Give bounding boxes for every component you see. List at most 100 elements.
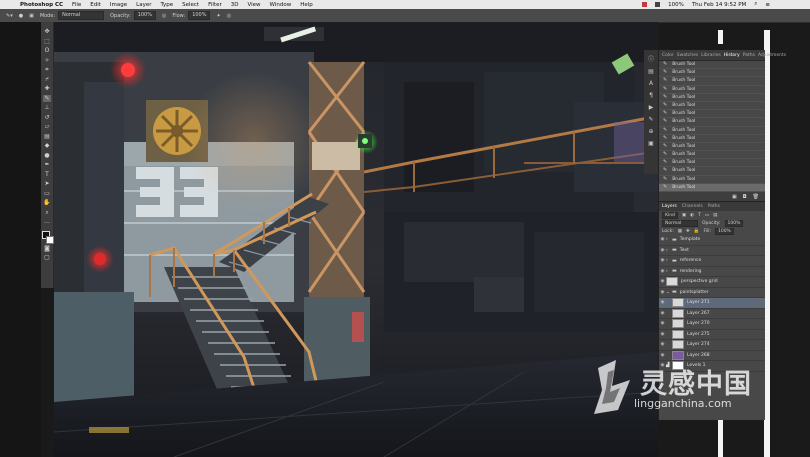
menu-help[interactable]: Help [300, 2, 313, 8]
menu-edit[interactable]: Edit [90, 2, 101, 8]
menu-type[interactable]: Type [160, 2, 173, 8]
eraser-tool-icon[interactable]: ▱ [43, 123, 51, 131]
tab-history[interactable]: History [724, 53, 740, 58]
history-item[interactable]: ✎ Brush Tool [659, 86, 765, 94]
layer-row[interactable]: ◉ Layer 267 [659, 308, 765, 319]
screen-mode-icon[interactable]: ▢ [43, 254, 51, 262]
history-item[interactable]: ✎ Brush Tool [659, 159, 765, 168]
history-item[interactable]: ✎ Brush Tool [659, 110, 765, 119]
brush-preset-icon[interactable]: ✎▾ [6, 13, 13, 19]
move-tool-icon[interactable]: ✥ [43, 28, 51, 36]
trash-icon[interactable]: 🗑 [753, 194, 759, 200]
history-item[interactable]: ✎ Brush Tool [659, 118, 765, 127]
lock-pixels-icon[interactable]: ▦ [678, 229, 682, 234]
layer-row-folder[interactable]: ◉ › ▬ rendering [659, 267, 765, 277]
type-tool-icon[interactable]: T [43, 171, 51, 179]
history-item[interactable]: ✎ Brush Tool [659, 69, 765, 78]
tab-adjustments[interactable]: Adjustments [758, 53, 786, 58]
history-item[interactable]: ✎ Brush Tool [659, 77, 765, 86]
actions-panel-icon[interactable]: ▶ [649, 104, 654, 111]
opacity-input[interactable]: 100% [133, 11, 156, 20]
eye-icon[interactable]: ◉ [659, 279, 666, 284]
path-select-tool-icon[interactable]: ➤ [43, 180, 51, 188]
layer-row-folder[interactable]: ◉ › ▬ reference [659, 256, 765, 267]
brush-size-picker[interactable]: ● [19, 13, 23, 19]
pressure-opacity-icon[interactable]: ◎ [162, 13, 166, 19]
menu-file[interactable]: File [72, 2, 81, 8]
character-panel-icon[interactable]: A [649, 80, 653, 87]
eye-icon[interactable]: ◉ [659, 269, 666, 274]
search-icon[interactable]: ⌕ [754, 1, 757, 8]
airbrush-icon[interactable]: ✦ [216, 13, 220, 19]
menu-layer[interactable]: Layer [136, 2, 151, 8]
menu-image[interactable]: Image [110, 2, 127, 8]
brush-settings-icon[interactable]: ✎ [648, 116, 653, 123]
quick-mask-icon[interactable]: ◙ [43, 245, 51, 253]
tab-channels[interactable]: Channels [682, 204, 703, 209]
quick-select-tool-icon[interactable]: ✧ [43, 57, 51, 65]
new-doc-from-state-icon[interactable]: ▣ [732, 194, 737, 200]
eye-icon[interactable]: ◉ [659, 311, 666, 316]
filter-type-icon[interactable]: T [698, 213, 701, 218]
background-color-swatch[interactable] [46, 235, 54, 244]
tab-libraries[interactable]: Libraries [701, 53, 720, 58]
eye-icon[interactable]: ◉ [659, 321, 666, 326]
menu-select[interactable]: Select [182, 2, 199, 8]
hand-tool-icon[interactable]: ✋ [43, 199, 51, 207]
eye-icon[interactable]: ◉ [659, 248, 666, 253]
clone-source-icon[interactable]: ⊕ [648, 128, 653, 135]
dodge-tool-icon[interactable]: ● [43, 152, 51, 160]
record-icon[interactable] [642, 2, 648, 7]
history-item[interactable]: ✎ Brush Tool [659, 135, 765, 143]
layer-row-folder[interactable]: ◉ › ▬ Text [659, 246, 765, 256]
eyedropper-tool-icon[interactable]: ⌿ [43, 76, 51, 84]
lasso-tool-icon[interactable]: ʘ [43, 47, 51, 55]
layer-opacity-input[interactable]: 100% [724, 219, 744, 227]
tab-paths[interactable]: Paths [743, 53, 755, 58]
layer-row-folder[interactable]: ◉ ⌄ ▬ paintsplatter [659, 288, 765, 298]
eye-icon[interactable]: ◉ [659, 342, 666, 347]
app-name[interactable]: Photoshop CC [20, 2, 63, 8]
properties-panel-icon[interactable]: ▤ [648, 68, 654, 75]
history-item[interactable]: ✎ Brush Tool [659, 143, 765, 152]
shape-tool-icon[interactable]: ▭ [43, 190, 51, 198]
layer-row-selected[interactable]: ◉ Layer 271 [659, 298, 765, 309]
history-item[interactable]: ✎ Brush Tool [659, 176, 765, 184]
color-swatches[interactable] [42, 230, 54, 244]
info-panel-icon[interactable]: ⓘ [648, 54, 654, 63]
layer-row-folder[interactable]: ◉ › ▬ Template [659, 235, 765, 246]
crop-tool-icon[interactable]: ⌗ [43, 66, 51, 74]
more-tools-icon[interactable]: … [43, 218, 51, 226]
layer-row[interactable]: ◉ Layer 270 [659, 319, 765, 330]
navigator-icon[interactable]: ▣ [648, 140, 654, 147]
history-item[interactable]: ✎ Brush Tool [659, 167, 765, 176]
tab-paths-layers[interactable]: Paths [708, 204, 720, 209]
mode-select[interactable]: Normal [58, 11, 105, 20]
tab-swatches[interactable]: Swatches [677, 53, 699, 58]
fill-input[interactable]: 100% [714, 227, 734, 235]
eye-icon[interactable]: ◉ [659, 237, 666, 242]
clock[interactable]: Thu Feb 14 9:52 PM [692, 2, 746, 8]
tab-color[interactable]: Color [662, 53, 674, 58]
menu-filter[interactable]: Filter [208, 2, 222, 8]
gradient-tool-icon[interactable]: ▤ [43, 133, 51, 141]
healing-tool-icon[interactable]: ✚ [43, 85, 51, 93]
history-item[interactable]: ✎ Brush Tool [659, 102, 765, 111]
menu-list-icon[interactable]: ≡ [765, 2, 770, 8]
camera-snapshot-icon[interactable]: ◘ [743, 194, 747, 200]
filter-shape-icon[interactable]: ▭ [705, 213, 709, 218]
eye-icon[interactable]: ◉ [659, 290, 666, 295]
brush-tool-icon[interactable]: ✎ [43, 94, 51, 102]
eye-icon[interactable]: ◉ [659, 300, 666, 305]
menu-3d[interactable]: 3D [231, 2, 239, 8]
layer-row[interactable]: ◉ Layer 275 [659, 329, 765, 340]
lock-position-icon[interactable]: ✥ [686, 229, 690, 234]
filter-smart-icon[interactable]: ▤ [713, 213, 717, 218]
pressure-size-icon[interactable]: ◎ [227, 13, 231, 19]
blend-mode-select[interactable]: Normal [662, 219, 698, 227]
brush-panel-icon[interactable]: ▣ [29, 13, 34, 19]
eye-icon[interactable]: ◉ [659, 353, 666, 358]
tab-layers[interactable]: Layers [662, 204, 677, 209]
eye-icon[interactable]: ◉ [659, 332, 666, 337]
flow-input[interactable]: 100% [188, 11, 211, 20]
